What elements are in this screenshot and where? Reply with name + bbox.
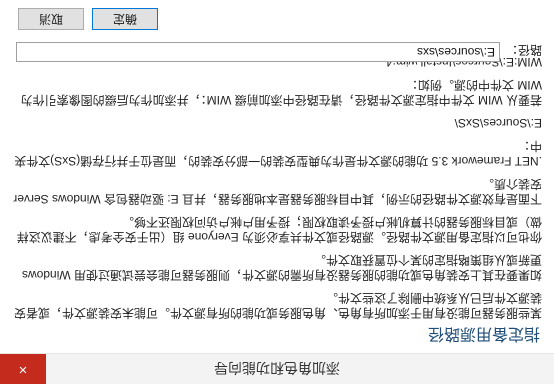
source-path-input[interactable] xyxy=(16,42,500,62)
close-button[interactable]: × xyxy=(0,354,46,384)
dialog-window: 添加角色和功能向导 × 指定备用源路径 某些服务器可能没有用于添加所有角色、角色… xyxy=(0,0,554,384)
paragraph-2: 如果要在其上安装角色或功能的服务器没有所需的源文件，则服务器可能会尝试通过使用 … xyxy=(21,253,542,282)
description-text: 某些服务器可能没有用于添加所有角色、角色服务或功能的所有源文件。可能未安装源文件… xyxy=(12,46,542,320)
title-bar: 添加角色和功能向导 × xyxy=(0,353,554,384)
paragraph-5: .NET Framework 3.5 功能的源文件是作为典型安装的一部分安装的，… xyxy=(14,139,542,168)
paragraph-3: 你也可以指定备用源文件路径。源路径或文件共享必须为 Everyone 组（出于安… xyxy=(16,215,542,244)
example-path-sxs: E:\Sources\SxS\ xyxy=(454,116,542,130)
page-heading: 指定备用源路径 xyxy=(427,325,540,342)
window-title: 添加角色和功能向导 xyxy=(214,360,340,376)
paragraph-4: 下面是有效源文件路径的示例，其中目标服务器是本地服务器，并且 E: 驱动器包含 … xyxy=(13,177,542,206)
ok-button[interactable]: 确定 xyxy=(92,8,158,30)
cancel-button[interactable]: 取消 xyxy=(18,8,84,30)
source-path-row: 路径： xyxy=(12,40,542,62)
paragraph-1: 某些服务器可能没有用于添加所有角色、角色服务或功能的所有源文件。可能未安装源文件… xyxy=(13,291,542,320)
path-label: 路径： xyxy=(505,43,542,57)
paragraph-6: 若要从 WIM 文件中指定源文件路径，请在路径中添加前缀 WIM：，并添加作为后… xyxy=(20,78,542,107)
